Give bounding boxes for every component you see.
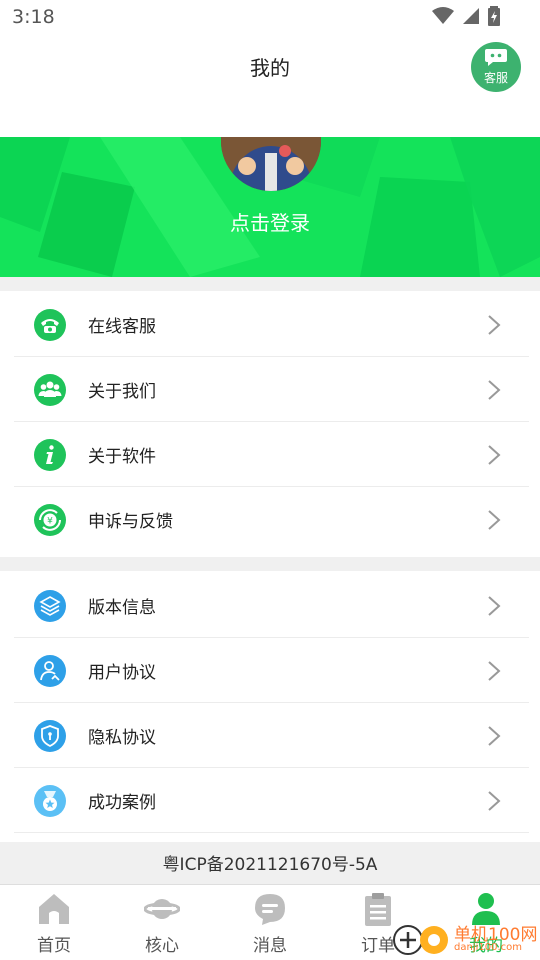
phone-icon bbox=[34, 309, 66, 341]
battery-icon bbox=[488, 6, 500, 26]
menu-item-about-software[interactable]: 关于软件 bbox=[14, 423, 529, 487]
watermark-logo bbox=[393, 925, 448, 955]
menu-item-privacy-agreement[interactable]: 隐私协议 bbox=[14, 704, 529, 768]
menu-group-secondary: 版本信息 用户协议 隐私协议 成功案例 bbox=[0, 571, 540, 842]
menu-item-feedback[interactable]: ¥ 申诉与反馈 bbox=[14, 488, 529, 552]
menu-item-label: 关于我们 bbox=[88, 382, 156, 402]
icp-license-text: 粤ICP备2021121670号-5A bbox=[0, 842, 540, 884]
chevron-right-icon bbox=[488, 380, 501, 400]
menu-item-about-us[interactable]: 关于我们 bbox=[14, 358, 529, 422]
menu-item-label: 成功案例 bbox=[88, 793, 156, 813]
menu-item-label: 版本信息 bbox=[88, 598, 156, 618]
page-title: 我的 bbox=[250, 56, 290, 80]
login-link[interactable]: 点击登录 bbox=[0, 207, 540, 236]
profile-banner[interactable]: 点击登录 bbox=[0, 137, 540, 277]
message-icon bbox=[255, 894, 285, 925]
chevron-right-icon bbox=[488, 596, 501, 616]
menu-item-label: 关于软件 bbox=[88, 447, 156, 467]
layers-icon bbox=[34, 590, 66, 622]
tab-label: 消息 bbox=[253, 936, 287, 956]
customer-service-button[interactable]: 客服 bbox=[471, 42, 521, 92]
shield-icon bbox=[34, 720, 66, 752]
clipboard-icon bbox=[365, 893, 391, 926]
status-bar: 3:18 bbox=[0, 0, 540, 36]
chevron-right-icon bbox=[488, 510, 501, 530]
status-time: 3:18 bbox=[12, 6, 55, 28]
chevron-right-icon bbox=[488, 445, 501, 465]
chat-bubble-icon bbox=[485, 49, 507, 66]
home-icon bbox=[39, 894, 69, 924]
chevron-right-icon bbox=[488, 791, 501, 811]
menu-item-online-service[interactable]: 在线客服 bbox=[14, 293, 529, 357]
chevron-right-icon bbox=[488, 726, 501, 746]
tab-messages[interactable]: 消息 bbox=[216, 885, 324, 960]
chevron-right-icon bbox=[488, 315, 501, 335]
tab-core[interactable]: 核心 bbox=[108, 885, 216, 960]
menu-item-label: 在线客服 bbox=[88, 317, 156, 337]
watermark: 单机100网 danji100.com bbox=[392, 920, 540, 960]
wifi-icon bbox=[432, 7, 454, 24]
signal-icon bbox=[463, 8, 479, 24]
menu-item-label: 申诉与反馈 bbox=[88, 512, 173, 532]
watermark-url: danji100.com bbox=[454, 942, 522, 953]
chevron-right-icon bbox=[488, 661, 501, 681]
status-icons bbox=[432, 6, 500, 26]
menu-item-label: 隐私协议 bbox=[88, 728, 156, 748]
group-icon bbox=[34, 374, 66, 406]
menu-item-success-cases[interactable]: 成功案例 bbox=[14, 769, 529, 833]
user-agreement-icon bbox=[34, 655, 66, 687]
menu-item-user-agreement[interactable]: 用户协议 bbox=[14, 639, 529, 703]
tab-label: 首页 bbox=[37, 936, 71, 956]
yen-refresh-icon: ¥ bbox=[34, 504, 66, 536]
customer-service-label: 客服 bbox=[483, 71, 508, 85]
header: 我的 客服 bbox=[0, 36, 540, 137]
menu-item-label: 用户协议 bbox=[88, 663, 156, 683]
tab-home[interactable]: 首页 bbox=[0, 885, 108, 960]
menu-group-primary: 在线客服 关于我们 关于软件 ¥ 申诉与反馈 bbox=[0, 291, 540, 557]
tab-label: 核心 bbox=[145, 936, 179, 956]
medal-icon bbox=[34, 785, 66, 817]
info-icon bbox=[34, 439, 66, 471]
menu-item-version-info[interactable]: 版本信息 bbox=[14, 574, 529, 638]
svg-text:¥: ¥ bbox=[47, 517, 53, 527]
planet-icon bbox=[144, 899, 180, 919]
